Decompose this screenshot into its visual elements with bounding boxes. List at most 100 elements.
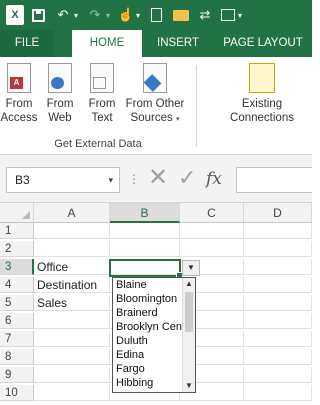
column-header-a[interactable]: A <box>34 203 110 223</box>
formula-input[interactable] <box>236 167 312 193</box>
list-item[interactable]: Fargo <box>116 363 145 376</box>
row-header[interactable]: 5 <box>0 295 34 311</box>
row-header[interactable]: 8 <box>0 349 34 365</box>
scroll-thumb[interactable] <box>185 292 193 332</box>
row-header[interactable]: 4 <box>0 277 34 293</box>
tab-home[interactable]: HOME <box>72 30 142 57</box>
redo-icon[interactable]: ↷ <box>86 5 104 25</box>
formula-bar: B3 ▾ ⋮ ✕ ✓ fx <box>0 155 312 203</box>
open-folder-icon[interactable] <box>172 5 190 25</box>
name-box[interactable]: B3 ▾ <box>6 167 120 193</box>
insert-function-icon[interactable]: fx <box>206 167 222 191</box>
from-access-label-2: Access <box>0 112 38 124</box>
active-cell-b3[interactable] <box>109 259 183 279</box>
cell-a10[interactable] <box>34 385 110 401</box>
row-header[interactable]: 7 <box>0 331 34 347</box>
touch-mode-dropdown-icon[interactable]: ▾ <box>134 5 142 25</box>
undo-icon[interactable]: ↶ <box>54 5 72 25</box>
existing-connections-button[interactable]: Existing Connections <box>220 63 304 141</box>
from-access-button[interactable]: A From Access <box>0 63 38 141</box>
enter-icon[interactable]: ✓ <box>178 164 196 192</box>
undo-dropdown-icon[interactable]: ▾ <box>72 5 80 25</box>
from-other-sources-button[interactable]: From Other Sources ▾ <box>124 63 186 141</box>
cell-d1[interactable] <box>244 223 312 239</box>
chevron-down-icon: ▾ <box>175 116 180 123</box>
ribbon-group-label: Get External Data <box>54 138 142 150</box>
excel-logo-icon: X <box>6 5 24 25</box>
customize-qat-dropdown-icon[interactable]: ▾ <box>236 5 244 25</box>
list-item[interactable]: Hibbing <box>116 377 153 390</box>
row-header[interactable]: 3 <box>0 259 34 275</box>
existing-connections-icon <box>249 63 275 93</box>
cell-a8[interactable] <box>34 349 110 365</box>
touch-mode-icon[interactable]: ☝ <box>118 5 134 25</box>
scroll-down-icon[interactable]: ▼ <box>183 380 195 392</box>
scroll-up-icon[interactable]: ▲ <box>183 278 195 290</box>
save-icon[interactable] <box>30 5 46 25</box>
row-header[interactable]: 6 <box>0 313 34 329</box>
cell-d10[interactable] <box>244 385 312 401</box>
list-item[interactable]: Blaine <box>116 279 147 292</box>
resize-handle-icon[interactable]: ⋮ <box>128 172 140 186</box>
from-web-label-1: From <box>46 98 74 110</box>
cell-d8[interactable] <box>244 349 312 365</box>
tab-insert[interactable]: INSERT <box>142 30 214 57</box>
web-icon <box>48 63 72 93</box>
chevron-down-icon[interactable]: ▾ <box>108 168 113 192</box>
redo-dropdown-icon[interactable]: ▾ <box>104 5 112 25</box>
column-header-d[interactable]: D <box>244 203 312 223</box>
column-header-b[interactable]: B <box>110 203 180 223</box>
quick-access-toolbar: X ↶ ▾ ↷ ▾ ☝ ▾ ⇄ ▾ <box>0 0 312 30</box>
sheet-row: 1 <box>0 223 312 239</box>
list-item[interactable]: Brainerd <box>116 307 158 320</box>
cell-a7[interactable] <box>34 331 110 347</box>
list-item[interactable]: Edina <box>116 349 144 362</box>
from-text-label-1: From <box>88 98 116 110</box>
cell-d9[interactable] <box>244 367 312 383</box>
from-access-label-1: From <box>5 98 33 110</box>
cell-c2[interactable] <box>180 241 244 257</box>
cell-a4[interactable]: Destination <box>34 277 110 293</box>
row-header[interactable]: 2 <box>0 241 34 257</box>
ribbon-panel: A From Access From Web From Text From Ot… <box>0 57 312 155</box>
validation-dropdown-button[interactable]: ▼ <box>182 260 200 276</box>
name-box-value: B3 <box>15 173 30 187</box>
cell-d3[interactable] <box>244 259 312 275</box>
row-header[interactable]: 10 <box>0 385 34 401</box>
cell-b1[interactable] <box>110 223 180 239</box>
cell-d4[interactable] <box>244 277 312 293</box>
ribbon-tabs: FILE HOME INSERT PAGE LAYOUT <box>0 30 312 57</box>
cell-a5[interactable]: Sales <box>34 295 110 311</box>
validation-dropdown-list[interactable]: Blaine Bloomington Brainerd Brooklyn Cen… <box>112 277 196 393</box>
new-file-icon[interactable] <box>148 5 164 25</box>
ribbon-separator <box>196 65 197 147</box>
cell-d6[interactable] <box>244 313 312 329</box>
tab-file[interactable]: FILE <box>0 30 54 57</box>
cell-d7[interactable] <box>244 331 312 347</box>
cell-a9[interactable] <box>34 367 110 383</box>
list-item[interactable]: Bloomington <box>116 293 177 306</box>
list-item[interactable]: Duluth <box>116 335 148 348</box>
column-header-c[interactable]: C <box>180 203 244 223</box>
cell-d2[interactable] <box>244 241 312 257</box>
from-text-button[interactable]: From Text <box>82 63 122 141</box>
access-icon: A <box>7 63 31 93</box>
form-icon[interactable] <box>220 5 236 25</box>
cell-c1[interactable] <box>180 223 244 239</box>
connections-icon[interactable]: ⇄ <box>196 5 214 25</box>
row-header[interactable]: 9 <box>0 367 34 383</box>
from-text-label-2: Text <box>91 112 113 124</box>
tab-page-layout[interactable]: PAGE LAYOUT <box>214 30 312 57</box>
cancel-icon[interactable]: ✕ <box>148 164 168 192</box>
row-header[interactable]: 1 <box>0 223 34 239</box>
from-web-button[interactable]: From Web <box>40 63 80 141</box>
from-other-label-1: From Other <box>125 98 185 110</box>
cell-a3[interactable]: Office <box>34 259 110 275</box>
dropdown-scrollbar[interactable]: ▲ ▼ <box>182 278 195 392</box>
cell-b2[interactable] <box>110 241 180 257</box>
select-all-corner[interactable] <box>0 203 34 223</box>
cell-a6[interactable] <box>34 313 110 329</box>
cell-a2[interactable] <box>34 241 110 257</box>
cell-d5[interactable] <box>244 295 312 311</box>
cell-a1[interactable] <box>34 223 110 239</box>
